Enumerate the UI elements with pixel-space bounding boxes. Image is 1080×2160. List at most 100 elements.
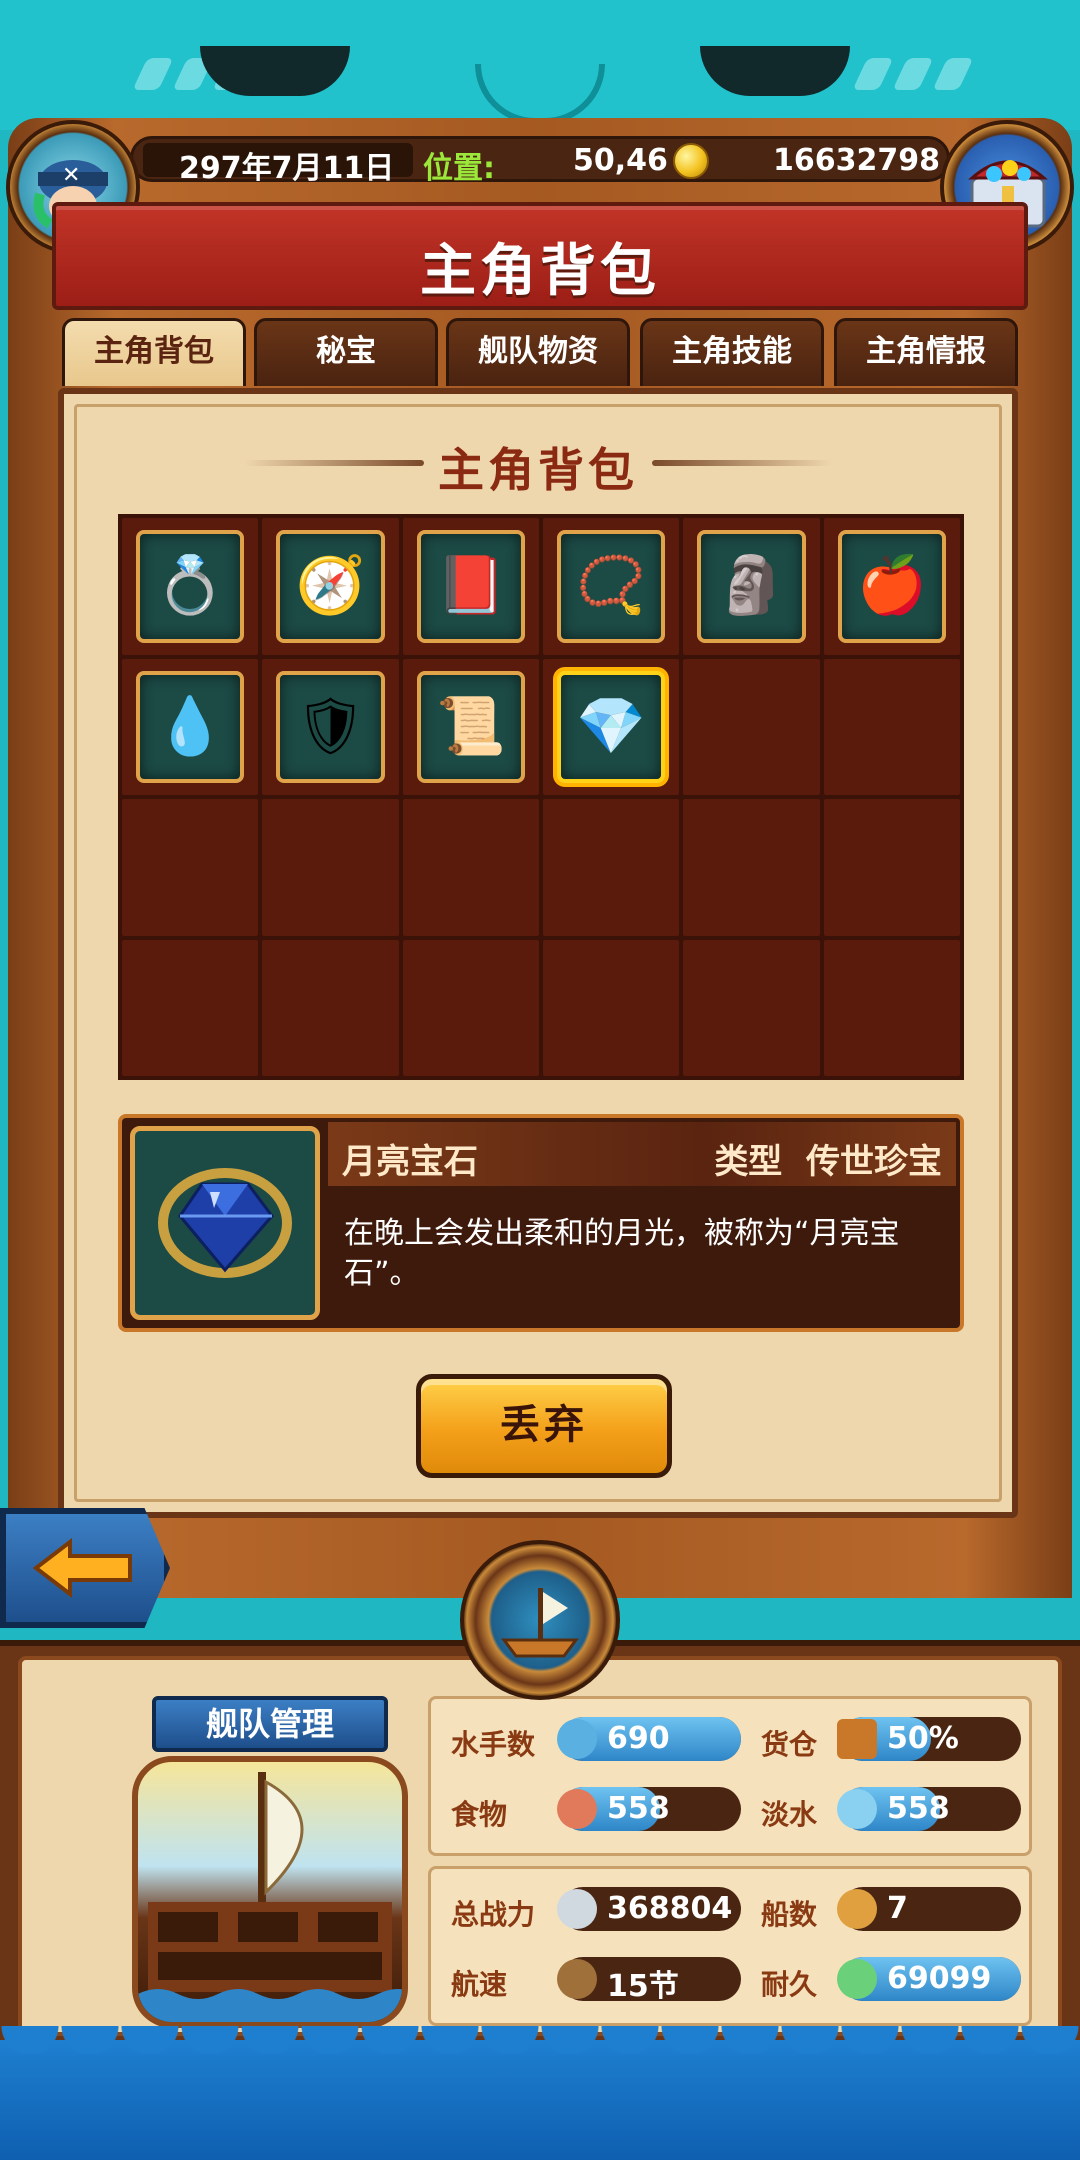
item-type: 类型 传世珍宝 [714, 1134, 942, 1183]
inventory-slot[interactable] [262, 799, 399, 936]
food-bar: 558 [557, 1787, 741, 1831]
item-name: 月亮宝石 [342, 1142, 478, 1182]
inventory-item[interactable]: 🍎 [837, 530, 946, 643]
speed-value: 15节 [607, 1969, 679, 2004]
svg-text:✕: ✕ [62, 163, 80, 188]
gold-coin-icon [673, 143, 709, 179]
inventory-slot[interactable] [122, 939, 259, 1076]
item-type-value: 传世珍宝 [806, 1142, 942, 1182]
golden-statue-icon: 🗿 [716, 553, 787, 619]
inventory-slot[interactable]: 🍎 [823, 518, 960, 655]
inventory-slot[interactable]: 🗿 [683, 518, 820, 655]
cargo-bar: 50% [837, 1717, 1021, 1761]
inventory-slot[interactable]: 💎 [542, 658, 680, 795]
main-frame: 297年7月11日 位置: 50,46 16632798 ✕ 主角背包 主角背包 [0, 118, 1080, 1598]
speed-bar: 15节 [557, 1957, 741, 2004]
inventory-slot[interactable] [823, 799, 960, 936]
bracelet-icon: 📿 [576, 553, 647, 619]
inventory-slot[interactable]: 💍 [122, 518, 259, 655]
water-label: 淡水 [761, 1798, 818, 1831]
cargo-value: 50% [887, 1721, 959, 1756]
discard-button[interactable]: 丢弃 [416, 1374, 672, 1478]
ship-image[interactable] [132, 1756, 408, 2028]
gold-amount: 16632798 [773, 143, 940, 178]
tab-hero-info[interactable]: 主角情报 [834, 318, 1018, 386]
earrings-icon: 💧 [155, 693, 226, 759]
inventory-item[interactable]: 🧭 [276, 530, 385, 643]
fleet-supplies-stats: 水手数 690 货仓 50% 食物 558 淡水 558 [428, 1696, 1032, 1856]
inventory-slot[interactable] [683, 939, 820, 1076]
inventory-slot[interactable] [402, 939, 539, 1076]
inventory-slot[interactable] [262, 939, 399, 1076]
speed-icon [557, 1959, 597, 1999]
inventory-panel: 主角背包 💍 🧭 📕 📿 🗿 🍎 💧 🛡 📜 💎 月亮宝石 类型 传世珍宝 在晚… [58, 388, 1018, 1518]
inventory-slot[interactable]: 📜 [402, 658, 539, 795]
cargo-icon [837, 1719, 877, 1759]
title-banner: 主角背包 [52, 202, 1028, 310]
ship-wheel-button[interactable] [460, 1540, 620, 1700]
golden-apple-icon: 🍎 [856, 553, 927, 619]
location-label: 位置: [423, 151, 495, 186]
durability-bar: 69099 [837, 1957, 1021, 2001]
inventory-slot[interactable] [542, 939, 680, 1076]
ship-count-label: 船数 [761, 1898, 818, 1931]
inventory-grid: 💍 🧭 📕 📿 🗿 🍎 💧 🛡 📜 💎 [118, 514, 964, 1080]
location-coordinates: 50,46 [573, 143, 668, 178]
panel-title: 主角背包 [438, 443, 638, 497]
inventory-slot[interactable] [402, 799, 539, 936]
inventory-slot[interactable]: 🛡 [262, 658, 399, 795]
cargo-label: 货仓 [761, 1728, 818, 1761]
tab-fleet-supplies[interactable]: 舰队物资 [446, 318, 630, 386]
total-power-label: 总战力 [451, 1898, 536, 1931]
boat-icon [501, 1588, 579, 1658]
inventory-item[interactable]: 🗿 [697, 530, 806, 643]
inventory-slot[interactable]: 💧 [122, 658, 259, 795]
durability-label: 耐久 [761, 1968, 818, 2001]
inventory-slot[interactable]: 🧭 [262, 518, 399, 655]
total-power-value: 368804 [607, 1891, 733, 1926]
armor-icon: 🛡 [294, 693, 367, 759]
water-value: 558 [887, 1791, 950, 1826]
ring-icon: 💍 [155, 553, 226, 619]
inventory-slot[interactable]: 📕 [402, 518, 539, 655]
inventory-item[interactable]: 📕 [416, 530, 525, 643]
sea-decoration [0, 2026, 1080, 2160]
fleet-management-banner[interactable]: 舰队管理 [152, 1696, 388, 1752]
ship-count-value: 7 [887, 1891, 908, 1926]
inventory-item[interactable]: 💧 [136, 670, 245, 783]
sailors-value: 690 [607, 1721, 670, 1756]
inventory-slot[interactable] [542, 799, 680, 936]
tab-hero-bag[interactable]: 主角背包 [62, 318, 246, 386]
total-power-bar: 368804 [557, 1887, 741, 1931]
food-label: 食物 [451, 1798, 508, 1831]
inventory-slot[interactable] [122, 799, 259, 936]
item-type-label: 类型 [714, 1142, 783, 1182]
inventory-item[interactable]: 🛡 [276, 670, 385, 783]
inventory-slot[interactable] [823, 658, 960, 795]
tab-hero-skills[interactable]: 主角技能 [640, 318, 824, 386]
item-description: 在晚上会发出柔和的月光，被称为“月亮宝石”。 [344, 1216, 900, 1291]
inventory-item[interactable]: 📿 [556, 530, 666, 643]
tab-treasure[interactable]: 秘宝 [254, 318, 438, 386]
inventory-slot[interactable]: 📿 [542, 518, 680, 655]
page-title: 主角背包 [420, 239, 660, 304]
speed-label: 航速 [451, 1968, 508, 2001]
inventory-slot[interactable] [823, 939, 960, 1076]
sextant-icon: 🧭 [295, 553, 366, 619]
moonstone-icon: 💎 [576, 693, 647, 759]
game-date: 297年7月11日 [179, 151, 395, 186]
inventory-item[interactable]: 💎 [556, 670, 666, 783]
inventory-item[interactable]: 📜 [416, 670, 525, 783]
top-decoration [0, 0, 1080, 130]
inventory-item[interactable]: 💍 [136, 530, 245, 643]
inventory-slot[interactable] [683, 658, 820, 795]
water-bar: 558 [837, 1787, 1021, 1831]
durability-icon [837, 1959, 877, 1999]
back-button[interactable] [0, 1508, 170, 1628]
inventory-slot[interactable] [683, 799, 820, 936]
ship-icon [837, 1889, 877, 1929]
sword-icon [557, 1889, 597, 1929]
sailors-label: 水手数 [451, 1728, 536, 1761]
food-icon [557, 1789, 597, 1829]
status-bar: 297年7月11日 位置: 50,46 16632798 [130, 136, 950, 186]
